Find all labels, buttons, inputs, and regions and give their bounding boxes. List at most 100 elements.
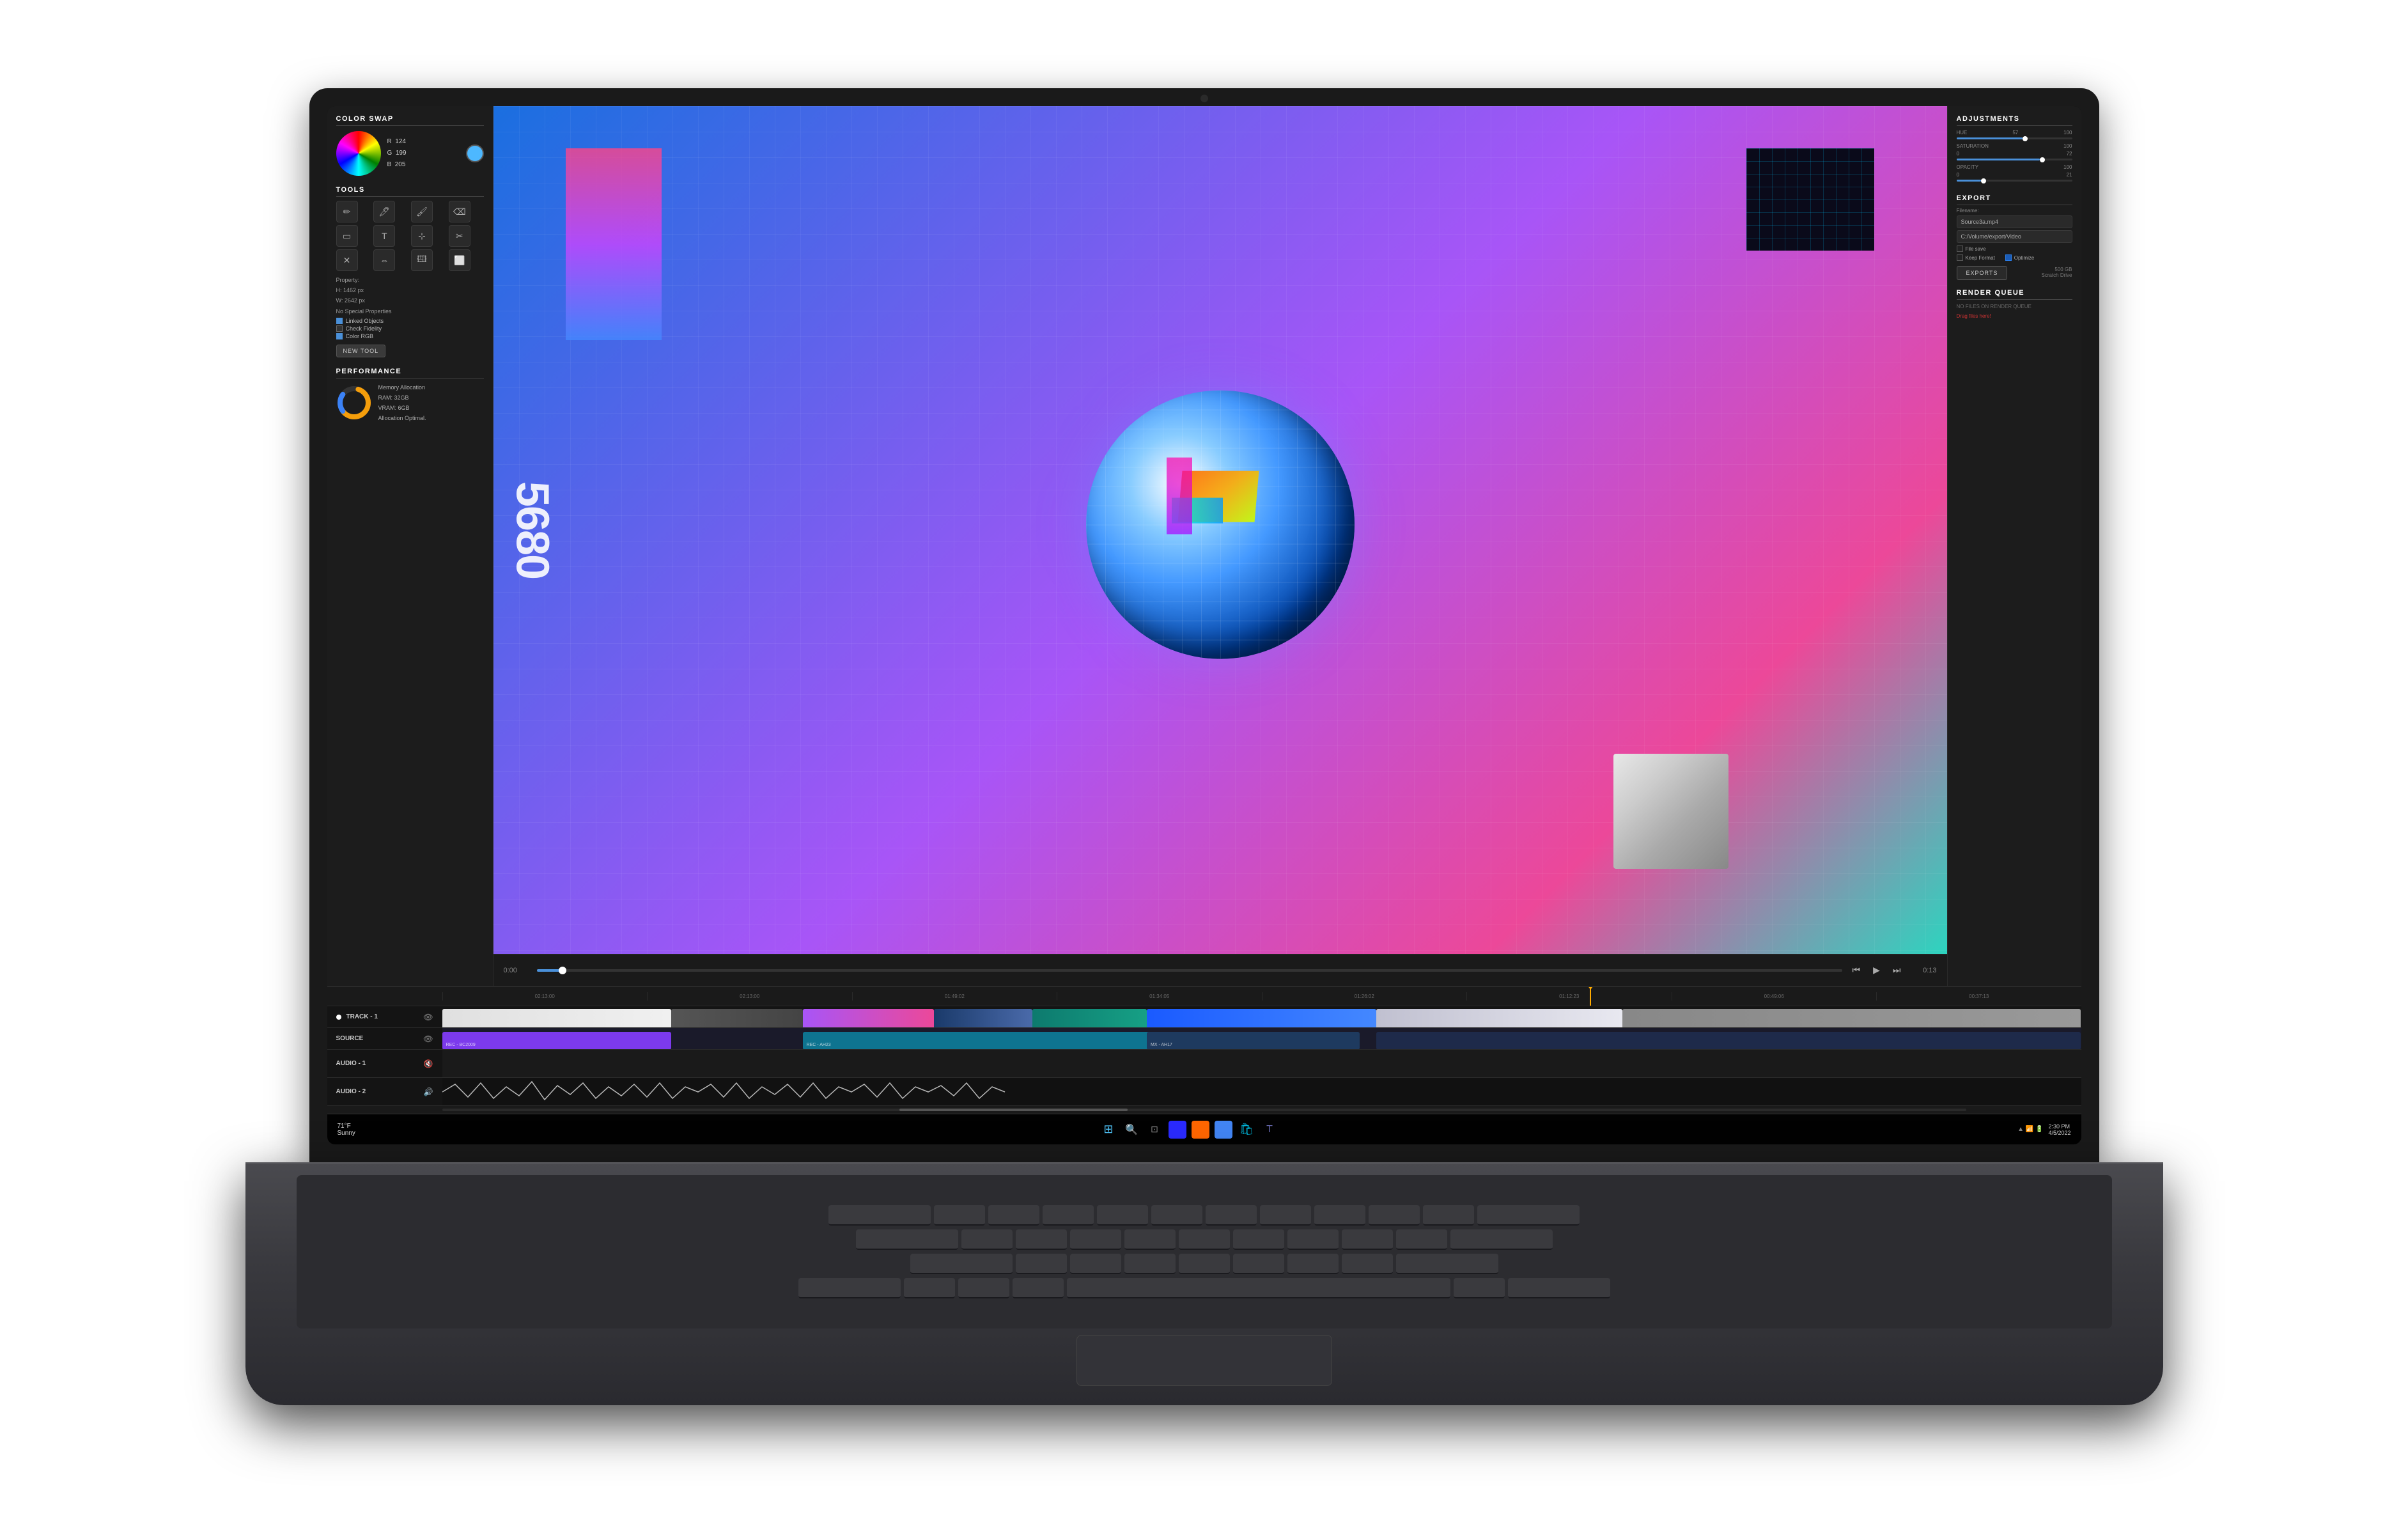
filename-field[interactable]: Source3a.mp4	[1957, 215, 2072, 228]
key-l[interactable]	[1396, 1229, 1447, 1250]
key-y[interactable]	[1206, 1205, 1257, 1226]
key-win[interactable]	[958, 1278, 1009, 1298]
source-eye-icon[interactable]: 👁	[423, 1034, 433, 1043]
timeline-scrollbar[interactable]	[442, 1109, 1966, 1111]
key-p[interactable]	[1423, 1205, 1474, 1226]
key-tab[interactable]	[828, 1205, 931, 1226]
key-c[interactable]	[1124, 1254, 1176, 1274]
key-v[interactable]	[1179, 1254, 1230, 1274]
key-n[interactable]	[1287, 1254, 1339, 1274]
key-t[interactable]	[1151, 1205, 1202, 1226]
path-field[interactable]: C:/Volume/export/Video	[1957, 230, 2072, 243]
tool-btn-text[interactable]: T	[373, 225, 395, 247]
video-preview[interactable]: 5680	[493, 106, 1947, 954]
key-caps[interactable]	[856, 1229, 958, 1250]
key-i[interactable]	[1314, 1205, 1365, 1226]
color-swatch[interactable]	[466, 144, 484, 162]
store-icon[interactable]: 🛍	[1238, 1121, 1255, 1139]
prev-button[interactable]: ⏮	[1850, 962, 1863, 978]
progress-bar[interactable]	[537, 969, 1842, 972]
key-g[interactable]	[1179, 1229, 1230, 1250]
key-b[interactable]	[1233, 1254, 1284, 1274]
key-w[interactable]	[988, 1205, 1039, 1226]
check-fidelity-checkbox[interactable]	[336, 325, 343, 332]
clip-white-2[interactable]	[1376, 1009, 1622, 1027]
key-r[interactable]	[1097, 1205, 1148, 1226]
playhead[interactable]	[1590, 987, 1591, 1006]
key-fn[interactable]	[904, 1278, 955, 1298]
search-icon[interactable]: 🔍	[1122, 1121, 1140, 1139]
track-1-content[interactable]	[442, 1006, 2081, 1027]
hue-track[interactable]	[1957, 137, 2072, 139]
key-u[interactable]	[1260, 1205, 1311, 1226]
clip-gradient-1[interactable]	[803, 1009, 934, 1027]
tool-btn-eraser[interactable]: ⌫	[449, 201, 470, 222]
tool-btn-move[interactable]: ⇔	[373, 249, 395, 271]
timeline-scrollthumb[interactable]	[899, 1109, 1128, 1111]
optimize-item[interactable]: Optimize	[2005, 254, 2035, 261]
key-backspace[interactable]	[1477, 1205, 1580, 1226]
tool-btn-minus[interactable]: ✕	[336, 249, 358, 271]
tool-btn-select[interactable]: ⊹	[411, 225, 433, 247]
color-rgb-row[interactable]: Color RGB	[336, 333, 484, 339]
key-m[interactable]	[1342, 1254, 1393, 1274]
edge-icon[interactable]	[1169, 1121, 1186, 1139]
key-a[interactable]	[961, 1229, 1013, 1250]
audio-1-speaker-icon[interactable]: 🔇	[424, 1059, 433, 1068]
key-d[interactable]	[1070, 1229, 1121, 1250]
color-rgb-checkbox[interactable]	[336, 333, 343, 339]
file-save-checkbox[interactable]	[1957, 245, 1963, 252]
key-shift-r[interactable]	[1396, 1254, 1498, 1274]
chrome-icon[interactable]	[1215, 1121, 1232, 1139]
key-f[interactable]	[1124, 1229, 1176, 1250]
audio-2-speaker-icon[interactable]: 🔊	[424, 1087, 433, 1096]
key-shift-l[interactable]	[910, 1254, 1013, 1274]
key-q[interactable]	[934, 1205, 985, 1226]
color-wheel[interactable]	[336, 131, 381, 176]
key-z[interactable]	[1016, 1254, 1067, 1274]
key-e[interactable]	[1043, 1205, 1094, 1226]
file-save-item[interactable]: File save	[1957, 245, 1986, 252]
next-button[interactable]: ⏭	[1890, 962, 1904, 978]
key-space[interactable]	[1067, 1278, 1450, 1298]
keep-format-checkbox[interactable]	[1957, 254, 1963, 261]
key-ctrl-l[interactable]	[798, 1278, 901, 1298]
play-button[interactable]: ▶	[1870, 962, 1883, 978]
clip-blue-2[interactable]	[1147, 1009, 1376, 1027]
clip-white-1[interactable]	[442, 1009, 672, 1027]
optimize-checkbox[interactable]	[2005, 254, 2012, 261]
audio-1-content[interactable]	[442, 1050, 2081, 1077]
tool-btn-pencil[interactable]: ✏	[336, 201, 358, 222]
key-alt-l[interactable]	[1013, 1278, 1064, 1298]
tool-btn-type[interactable]: 🖽	[411, 249, 433, 271]
clip-gray-1[interactable]	[671, 1009, 802, 1027]
clip-gray-2[interactable]	[1622, 1009, 2081, 1027]
audio-2-content[interactable]	[442, 1078, 2081, 1105]
track-1-eye-icon[interactable]: 👁	[423, 1013, 433, 1022]
opacity-track[interactable]	[1957, 180, 2072, 182]
key-ctrl-r[interactable]	[1508, 1278, 1610, 1298]
windows-start-icon[interactable]: ⊞	[1099, 1121, 1117, 1139]
check-fidelity-row[interactable]: Check Fidelity	[336, 325, 484, 332]
tool-btn-rect[interactable]: ▭	[336, 225, 358, 247]
sat-track[interactable]	[1957, 159, 2072, 160]
key-h[interactable]	[1233, 1229, 1284, 1250]
tool-btn-cut[interactable]: ✂	[449, 225, 470, 247]
taskview-icon[interactable]: ⊡	[1146, 1121, 1163, 1139]
firefox-icon[interactable]	[1192, 1121, 1209, 1139]
tool-btn-box[interactable]: ⬜	[449, 249, 470, 271]
new-tool-button[interactable]: NEW TOOL	[336, 345, 386, 357]
key-j[interactable]	[1287, 1229, 1339, 1250]
key-enter[interactable]	[1450, 1229, 1553, 1250]
key-o[interactable]	[1369, 1205, 1420, 1226]
linked-objects-checkbox[interactable]	[336, 318, 343, 324]
tool-btn-pen[interactable]: 🖊	[373, 201, 395, 222]
source-clip-blue[interactable]	[1376, 1032, 2081, 1049]
source-clip-dark[interactable]: MX - AH17	[1147, 1032, 1360, 1049]
key-alt-r[interactable]	[1454, 1278, 1505, 1298]
key-k[interactable]	[1342, 1229, 1393, 1250]
source-content[interactable]: REC - BC2009 REC - AH23 MX - AH17	[442, 1028, 2081, 1049]
source-clip-teal[interactable]: REC - AH23	[803, 1032, 1163, 1049]
export-button[interactable]: EXPORTS	[1957, 266, 2008, 280]
tool-btn-brush[interactable]: 🖌	[411, 201, 433, 222]
